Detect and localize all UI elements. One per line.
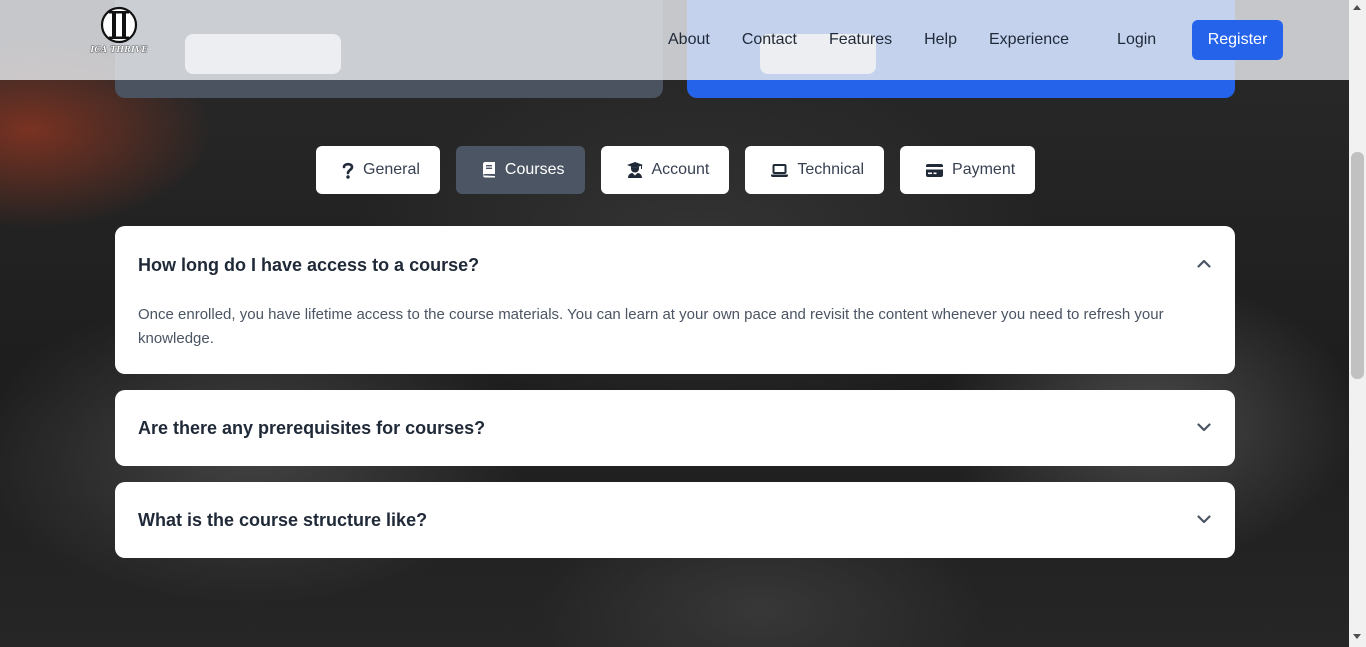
scroll-up-icon[interactable]	[1353, 5, 1361, 10]
nav-links: About Contact Features Help Experience L…	[668, 29, 1156, 51]
faq-item[interactable]: Are there any prerequisites for courses?	[115, 390, 1235, 466]
tab-account[interactable]: Account	[600, 146, 730, 194]
tab-technical[interactable]: Technical	[745, 146, 885, 194]
navbar: ICA THRIVE About Contact Features Help E…	[0, 0, 1349, 80]
faq-answer: Once enrolled, you have lifetime access …	[138, 306, 1164, 347]
laptop-icon	[771, 163, 789, 177]
credit-card-icon	[926, 163, 944, 177]
faq-question[interactable]: How long do I have access to a course?	[138, 255, 479, 276]
tab-payment[interactable]: Payment	[900, 146, 1036, 194]
faq-item[interactable]: What is the course structure like?	[115, 482, 1235, 558]
nav-experience[interactable]: Experience	[989, 29, 1069, 51]
faq-question[interactable]: Are there any prerequisites for courses?	[138, 418, 485, 439]
chevron-down-icon[interactable]	[1197, 423, 1211, 432]
scrollbar-thumb[interactable]	[1351, 152, 1364, 379]
nav-about[interactable]: About	[668, 29, 710, 51]
tab-account-label: Account	[651, 161, 710, 178]
tab-courses-label: Courses	[504, 161, 565, 178]
tab-technical-label: Technical	[797, 161, 865, 178]
chevron-up-icon[interactable]	[1197, 259, 1211, 268]
nav-help[interactable]: Help	[924, 29, 957, 51]
logo-text: ICA THRIVE	[90, 44, 148, 54]
chevron-down-icon[interactable]	[1197, 515, 1211, 524]
login-link[interactable]: Login	[1117, 29, 1156, 51]
nav-contact[interactable]: Contact	[742, 29, 797, 51]
faq-category-tabs: General Courses Account Technical Paymen…	[316, 146, 1036, 194]
tab-general-label: General	[363, 161, 420, 178]
nav-features[interactable]: Features	[829, 29, 892, 51]
faq-item-expanded: How long do I have access to a course? O…	[115, 226, 1235, 374]
register-button[interactable]: Register	[1192, 20, 1283, 60]
tab-courses[interactable]: Courses	[455, 146, 585, 194]
question-icon	[342, 162, 354, 179]
user-graduate-icon	[626, 162, 643, 178]
tab-general[interactable]: General	[316, 146, 440, 194]
book-icon	[482, 162, 495, 178]
tab-payment-label: Payment	[952, 161, 1016, 178]
scroll-down-icon[interactable]	[1353, 634, 1361, 639]
faq-question[interactable]: What is the course structure like?	[138, 510, 427, 531]
